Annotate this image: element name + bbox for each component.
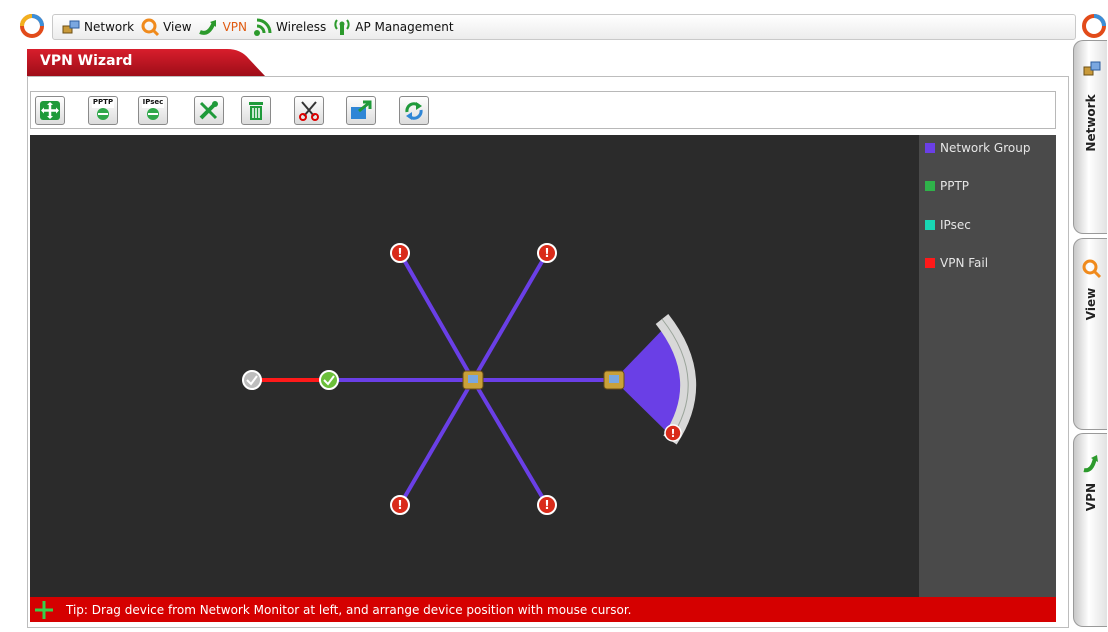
- page-title: VPN Wizard: [40, 53, 133, 69]
- add-button[interactable]: [35, 96, 65, 125]
- plus-arrows-icon: [40, 101, 60, 120]
- trash-icon: [249, 102, 263, 120]
- delete-button[interactable]: [241, 96, 271, 125]
- side-tab-vpn[interactable]: VPN: [1073, 433, 1107, 627]
- vpn-link: [398, 252, 475, 381]
- topology-diagram: ! ! ! ! !: [242, 243, 697, 515]
- tip-bar: Tip: Drag device from Network Monitor at…: [30, 597, 1056, 622]
- pptp-button[interactable]: PPTP: [88, 96, 118, 125]
- vpn-link: [471, 251, 549, 382]
- nav-ap-management[interactable]: AP Management: [332, 17, 454, 37]
- nav-wireless[interactable]: Wireless: [253, 17, 326, 37]
- side-tab-vpn-label: VPN: [1083, 482, 1098, 512]
- vpn-toolbar: PPTP IPsec: [30, 91, 1056, 129]
- vpn-link: [471, 378, 549, 507]
- legend-swatch: [925, 143, 935, 153]
- legend-label: PPTP: [940, 179, 970, 193]
- error-node[interactable]: !: [390, 495, 410, 515]
- app-logo-icon: [1082, 14, 1106, 38]
- side-tab-network[interactable]: Network: [1073, 40, 1107, 234]
- wireless-icon: [254, 18, 272, 36]
- vpn-links: [252, 251, 614, 507]
- top-navigation-bar: Network View VPN Wireless AP Management: [0, 6, 1108, 42]
- export-icon: [351, 100, 372, 119]
- main-menu: Network View VPN Wireless AP Management: [52, 14, 1076, 40]
- cut-button[interactable]: [294, 96, 324, 125]
- legend-label: VPN Fail: [940, 256, 989, 270]
- refresh-button[interactable]: [399, 96, 429, 125]
- legend-swatch: [925, 220, 935, 230]
- side-tab-view[interactable]: View: [1073, 238, 1107, 430]
- svg-text:!: !: [670, 427, 675, 440]
- nav-network-label: Network: [84, 20, 135, 34]
- vpn-link: [398, 378, 475, 507]
- legend-swatch: [925, 181, 935, 191]
- svg-text:!: !: [397, 246, 402, 260]
- settings-button[interactable]: [194, 96, 224, 125]
- move-arrows-icon: [35, 600, 53, 619]
- refresh-icon: [405, 102, 423, 120]
- side-tab-network-label: Network: [1083, 94, 1098, 152]
- legend-label: Network Group: [940, 141, 1031, 155]
- legend-item-vpn-fail: VPN Fail: [925, 256, 988, 270]
- legend-swatch: [925, 258, 935, 268]
- nav-vpn[interactable]: VPN: [198, 18, 247, 36]
- side-tab-view-label: View: [1083, 287, 1098, 321]
- vpn-icon: [1083, 455, 1098, 473]
- inactive-ok-node[interactable]: [242, 370, 262, 390]
- legend-item-pptp: PPTP: [925, 179, 969, 193]
- network-icon: [1083, 61, 1101, 76]
- legend-label: IPsec: [940, 218, 971, 232]
- legend-panel: Network Group PPTP IPsec VPN Fail: [919, 135, 1056, 597]
- svg-text:!: !: [544, 246, 549, 260]
- nav-view[interactable]: View: [140, 17, 192, 37]
- legend-item-network-group: Network Group: [925, 141, 1030, 155]
- ok-node[interactable]: [319, 370, 339, 390]
- nav-ap-management-label: AP Management: [355, 20, 454, 34]
- nav-wireless-label: Wireless: [276, 20, 327, 34]
- nav-view-label: View: [163, 20, 192, 34]
- app-logo-icon: [20, 14, 44, 38]
- hub-router[interactable]: [462, 370, 484, 390]
- error-node[interactable]: !: [537, 495, 557, 515]
- ipsec-button-label: IPsec: [142, 98, 164, 106]
- ipsec-button[interactable]: IPsec: [138, 96, 168, 125]
- view-icon: [1082, 259, 1102, 279]
- svg-text:!: !: [544, 498, 549, 512]
- nav-network[interactable]: Network: [61, 18, 134, 36]
- vpn-topology-canvas[interactable]: ! ! ! ! !: [30, 135, 919, 597]
- export-button[interactable]: [346, 96, 376, 125]
- svg-text:!: !: [397, 498, 402, 512]
- pptp-button-label: PPTP: [92, 98, 114, 106]
- network-icon: [62, 20, 80, 34]
- nav-vpn-label: VPN: [222, 20, 248, 34]
- view-icon: [141, 18, 160, 37]
- ap-management-icon: [334, 19, 350, 35]
- legend-item-ipsec: IPsec: [925, 218, 971, 232]
- wrench-screwdriver-icon: [199, 101, 218, 120]
- scissors-icon: [299, 101, 319, 121]
- tip-text: Tip: Drag device from Network Monitor at…: [66, 602, 632, 617]
- error-node[interactable]: !: [390, 243, 410, 263]
- group-router[interactable]: [603, 370, 625, 390]
- error-node[interactable]: !: [537, 243, 557, 263]
- vpn-icon: [198, 20, 216, 35]
